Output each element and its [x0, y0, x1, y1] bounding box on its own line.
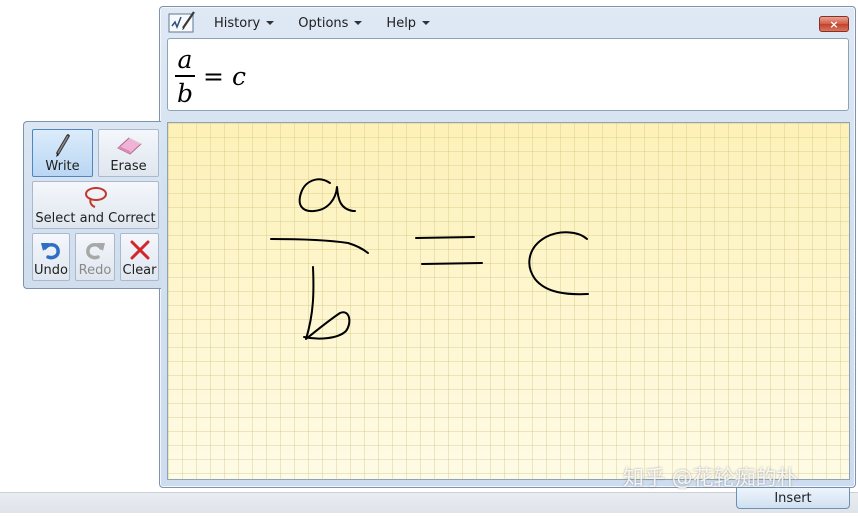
clear-button[interactable]: Clear — [120, 233, 159, 281]
denominator: b — [176, 78, 193, 108]
lasso-icon — [81, 186, 111, 214]
close-button[interactable]: × — [819, 16, 849, 32]
ink-stroke-a — [298, 178, 356, 213]
write-button[interactable]: Write — [32, 129, 93, 177]
math-input-panel-window: History Options Help × a b = c — [159, 6, 856, 488]
eraser-icon — [115, 134, 143, 160]
handwritten-ink — [270, 178, 589, 340]
undo-button[interactable]: Undo — [32, 233, 70, 281]
equals-sign: = — [203, 61, 224, 91]
clear-x-icon — [128, 238, 152, 266]
ink-stroke-c — [528, 231, 589, 296]
recognized-preview: a b = c — [167, 38, 849, 111]
redo-button[interactable]: Redo — [75, 233, 115, 281]
pen-icon — [52, 134, 74, 162]
menu-history[interactable]: History — [202, 13, 286, 33]
numerator: a — [177, 44, 193, 74]
ink-stroke-equals-bottom — [421, 262, 483, 265]
fraction: a b — [175, 46, 195, 107]
redo-icon — [83, 238, 107, 266]
recognized-expression: a b = c — [175, 42, 246, 110]
select-and-correct-button[interactable]: Select and Correct — [32, 181, 159, 229]
background-strip — [0, 492, 858, 513]
ink-stroke-fraction-line — [270, 238, 369, 254]
menu-history-label: History — [214, 15, 261, 31]
erase-button[interactable]: Erase — [98, 129, 159, 177]
menu-options[interactable]: Options — [286, 13, 374, 33]
watermark: 知乎 @花轮痴的朴 — [623, 466, 798, 490]
ink-stroke-equals-top — [415, 236, 475, 239]
menu-help-label: Help — [386, 15, 417, 31]
undo-icon — [39, 238, 63, 266]
fraction-bar — [175, 74, 195, 77]
menu-help[interactable]: Help — [374, 13, 442, 33]
ink-stroke-b — [303, 266, 351, 340]
insert-label: Insert — [774, 490, 812, 506]
chevron-down-icon — [354, 21, 363, 25]
chevron-down-icon — [266, 21, 275, 25]
chevron-down-icon — [422, 21, 431, 25]
close-icon: × — [829, 17, 839, 31]
right-hand-side: c — [231, 61, 246, 91]
menu-options-label: Options — [298, 15, 349, 31]
erase-label: Erase — [110, 159, 147, 174]
tool-panel: Write Erase Select and Correct Undo Redo… — [23, 121, 161, 289]
menu-bar: History Options Help — [202, 13, 442, 33]
writing-area[interactable] — [167, 122, 850, 480]
math-input-panel-icon[interactable] — [168, 10, 196, 34]
